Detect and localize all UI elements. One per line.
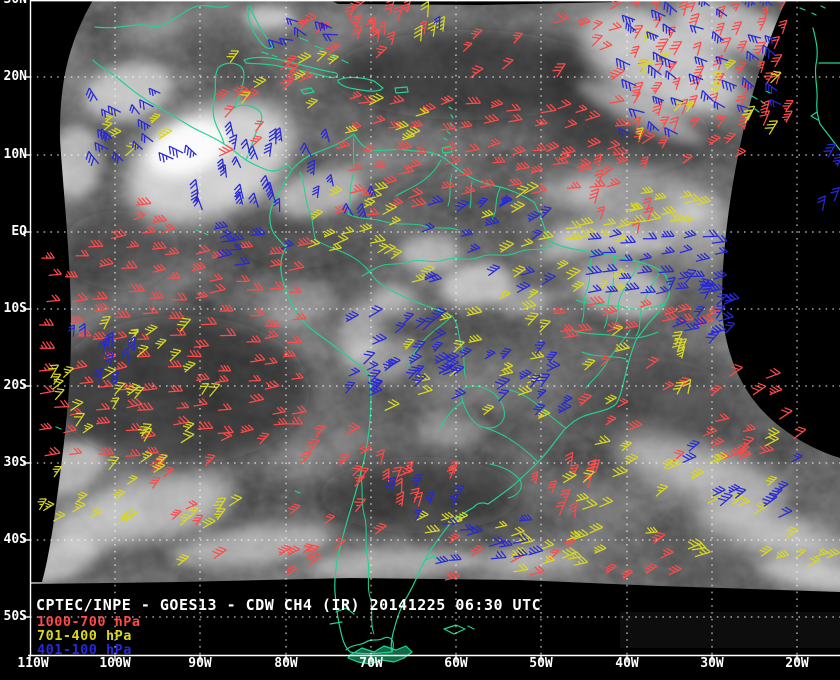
lat-label-10s: 10S xyxy=(0,302,27,316)
lat-label-20s: 20S xyxy=(0,379,27,393)
satellite-image-frame: 30N 20N 10N EQ 10S 20S 30S 40S 50S 110W … xyxy=(0,0,840,680)
lon-label-100w: 100W xyxy=(99,657,130,671)
lon-label-110w: 110W xyxy=(17,657,48,671)
lon-label-50w: 50W xyxy=(529,657,552,671)
lon-label-40w: 40W xyxy=(615,657,638,671)
lat-label-50s: 50S xyxy=(0,610,27,624)
legend-item-low-level: 1000-700 hPa xyxy=(37,615,141,629)
lat-label-10n: 10N xyxy=(0,148,27,162)
lat-label-20n: 20N xyxy=(0,70,27,84)
lat-label-30n: 30N xyxy=(0,0,27,7)
lat-label-30s: 30S xyxy=(0,456,27,470)
lat-label-eq: EQ xyxy=(0,225,27,239)
image-title: CPTEC/INPE - GOES13 - CDW CH4 (IR) 20141… xyxy=(36,598,541,612)
lon-label-60w: 60W xyxy=(444,657,467,671)
legend-item-mid-level: 701-400 hPa xyxy=(37,629,132,643)
lat-label-40s: 40S xyxy=(0,533,27,547)
lon-label-70w: 70W xyxy=(359,657,382,671)
goes13-scene xyxy=(0,0,840,680)
lon-label-90w: 90W xyxy=(188,657,211,671)
lon-label-20w: 20W xyxy=(785,657,808,671)
legend-item-high-level: 401-100 hPa xyxy=(37,643,132,657)
lon-label-30w: 30W xyxy=(700,657,723,671)
lon-label-80w: 80W xyxy=(274,657,297,671)
